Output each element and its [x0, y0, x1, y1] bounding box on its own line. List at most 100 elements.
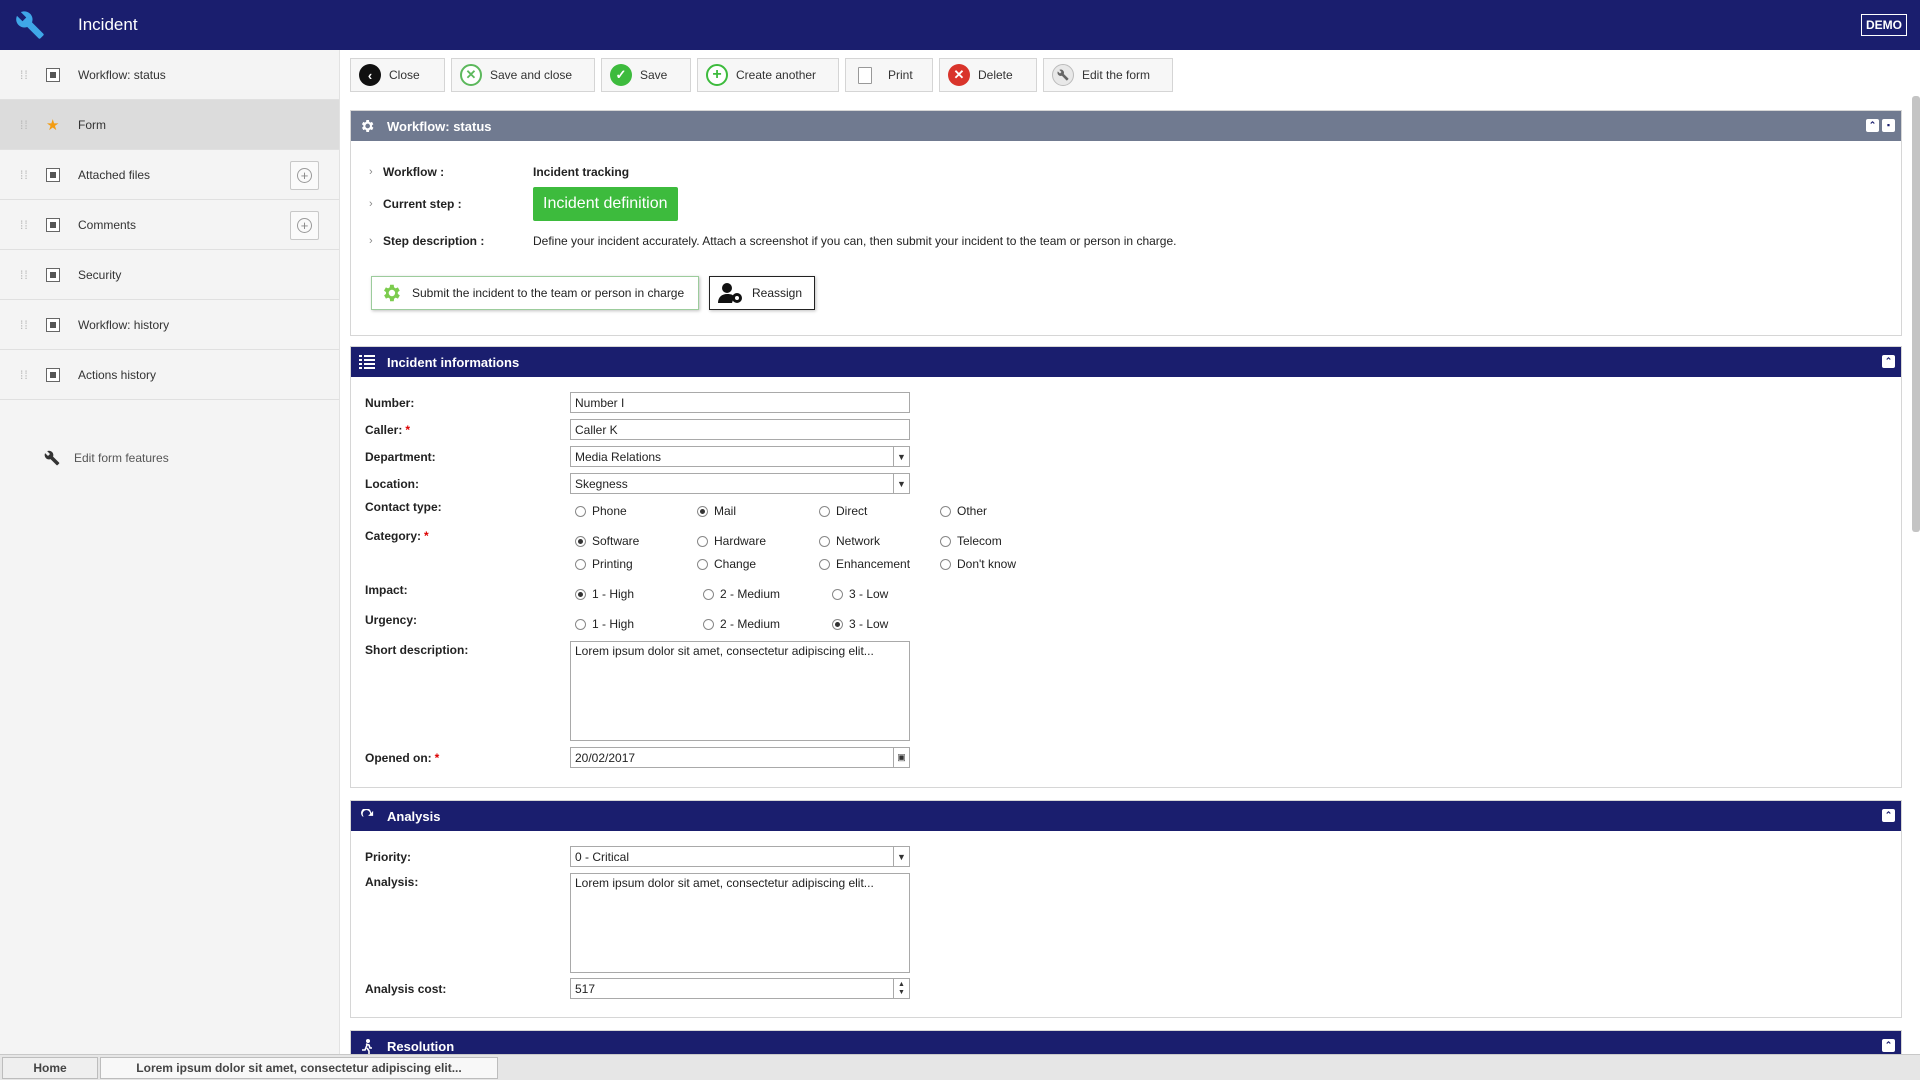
analysis-panel: Analysis ⌃ Priority: 0 - Critical ▼ Analy… [350, 800, 1902, 1018]
department-label: Department: [365, 449, 436, 464]
current-step-badge: Incident definition [533, 187, 678, 221]
drag-handle-icon[interactable]: ⁞⁞ [20, 319, 28, 331]
chevron-right-icon: › [369, 166, 373, 178]
radio-icon [575, 558, 586, 570]
add-comment-button[interactable]: + [290, 211, 319, 240]
radio-label: 2 - Medium [720, 587, 781, 601]
urgency-radio-high[interactable]: 1 - High [575, 617, 634, 631]
priority-select[interactable]: 0 - Critical ▼ [570, 846, 910, 867]
save-and-close-button[interactable]: ✕ Save and close [451, 58, 595, 92]
radio-icon [697, 558, 708, 570]
sidebar-item-actions-history[interactable]: ⁞⁞ Actions history [0, 350, 339, 400]
reassign-button[interactable]: Reassign [709, 276, 815, 310]
collapse-icon[interactable]: ⌃ [1882, 1039, 1895, 1052]
category-radio-network[interactable]: Network [819, 534, 880, 548]
contact-radio-direct[interactable]: Direct [819, 504, 867, 518]
category-radio-enhancement[interactable]: Enhancement [819, 557, 910, 571]
category-radio-change[interactable]: Change [697, 557, 756, 571]
drag-handle-icon[interactable]: ⁞⁞ [20, 369, 28, 381]
pin-panel-icon[interactable]: ▪ [1882, 119, 1895, 132]
save-button[interactable]: ✓ Save [601, 58, 691, 92]
contact-radio-mail[interactable]: Mail [697, 504, 736, 518]
category-radio-dont-know[interactable]: Don't know [940, 557, 1016, 571]
workflow-panel-header[interactable]: Workflow: status ⌃ ▪ [351, 111, 1901, 141]
delete-button[interactable]: ✕ Delete [939, 58, 1037, 92]
category-radio-telecom[interactable]: Telecom [940, 534, 1002, 548]
short-description-textarea[interactable]: Lorem ipsum dolor sit amet, consectetur … [570, 641, 910, 741]
sidebar-item-workflow-history[interactable]: ⁞⁞ Workflow: history [0, 300, 339, 350]
radio-icon [819, 558, 830, 570]
sidebar-item-label: Workflow: status [78, 67, 166, 82]
add-attachment-button[interactable]: + [290, 161, 319, 190]
chevron-down-icon[interactable]: ▼ [893, 474, 909, 493]
home-tab[interactable]: Home [2, 1056, 98, 1079]
list-icon [359, 354, 375, 370]
analysis-row: Analysis: Lorem ipsum dolor sit amet, co… [365, 873, 910, 973]
location-select[interactable]: Skegness ▼ [570, 473, 910, 494]
radio-checked-icon [575, 535, 586, 547]
drag-handle-icon[interactable]: ⁞⁞ [20, 269, 28, 281]
number-field[interactable]: Number I [570, 392, 910, 413]
chevron-down-icon[interactable]: ▼ [893, 847, 909, 866]
chevron-down-icon[interactable]: ▼ [893, 447, 909, 466]
sidebar-item-form[interactable]: ⁞⁞ ★ Form [0, 100, 339, 150]
drag-handle-icon[interactable]: ⁞⁞ [20, 69, 28, 81]
calendar-icon[interactable]: ▣ [893, 748, 909, 767]
contact-radio-other[interactable]: Other [940, 504, 987, 518]
env-badge[interactable]: DEMO [1861, 14, 1907, 36]
sidebar-item-label: Attached files [78, 167, 151, 182]
collapse-icon[interactable]: ⌃ [1882, 809, 1895, 822]
number-stepper-icon[interactable]: ▲ ▼ [893, 979, 909, 998]
drag-handle-icon[interactable]: ⁞⁞ [20, 219, 28, 231]
analysis-panel-header[interactable]: Analysis ⌃ [351, 801, 1901, 831]
impact-radio-high[interactable]: 1 - High [575, 587, 634, 601]
opened-on-date-field[interactable]: 20/02/2017 ▣ [570, 747, 910, 768]
green-gear-icon [380, 282, 402, 304]
analysis-label: Analysis: [365, 875, 419, 889]
drag-handle-icon[interactable]: ⁞⁞ [20, 119, 28, 131]
sidebar-item-attached-files[interactable]: ⁞⁞ Attached files + [0, 150, 339, 200]
analysis-cost-field[interactable]: 517 ▲ ▼ [570, 978, 910, 999]
urgency-radio-low[interactable]: 3 - Low [832, 617, 888, 631]
edit-form-features-link[interactable]: Edit form features [44, 450, 169, 466]
sidebar-item-workflow-status[interactable]: ⁞⁞ Workflow: status [0, 50, 339, 100]
caller-field[interactable]: Caller K [570, 419, 910, 440]
radio-label: Printing [592, 557, 633, 571]
contact-radio-phone[interactable]: Phone [575, 504, 627, 518]
category-radio-hardware[interactable]: Hardware [697, 534, 766, 548]
page-scrollbar[interactable] [1912, 96, 1920, 532]
edit-form-button[interactable]: Edit the form [1043, 58, 1173, 92]
sidebar-item-comments[interactable]: ⁞⁞ Comments + [0, 200, 339, 250]
collapse-icon[interactable]: ⌃ [1882, 355, 1895, 368]
create-another-label: Create another [736, 68, 817, 82]
incident-panel-header[interactable]: Incident informations ⌃ [351, 347, 1901, 377]
edit-form-features-label: Edit form features [74, 451, 169, 465]
radio-label: 1 - High [592, 587, 635, 601]
wrench-logo-icon[interactable] [0, 0, 60, 50]
sidebar-item-security[interactable]: ⁞⁞ Security [0, 250, 339, 300]
sidebar-item-label: Comments [78, 217, 137, 232]
print-button[interactable]: Print [845, 58, 933, 92]
radio-icon [940, 558, 951, 570]
department-select[interactable]: Media Relations ▼ [570, 446, 910, 467]
department-value: Media Relations [575, 449, 662, 464]
category-radio-software[interactable]: Software [575, 534, 639, 548]
drag-handle-icon[interactable]: ⁞⁞ [20, 169, 28, 181]
analysis-textarea[interactable]: Lorem ipsum dolor sit amet, consectetur … [570, 873, 910, 973]
radio-icon [832, 588, 843, 600]
analysis-panel-title: Analysis [387, 808, 441, 824]
radio-label: Direct [836, 504, 868, 518]
category-radio-printing[interactable]: Printing [575, 557, 633, 571]
collapse-icon[interactable]: ⌃ [1866, 119, 1879, 132]
priority-label: Priority: [365, 849, 412, 864]
current-record-tab[interactable]: Lorem ipsum dolor sit amet, consectetur … [100, 1056, 498, 1079]
app-title: Incident [78, 15, 138, 34]
create-another-button[interactable]: + Create another [697, 58, 839, 92]
submit-incident-button[interactable]: Submit the incident to the team or perso… [371, 276, 699, 310]
impact-radio-low[interactable]: 3 - Low [832, 587, 888, 601]
close-button[interactable]: ‹ Close [350, 58, 445, 92]
sidebar-item-label: Actions history [78, 367, 157, 382]
impact-radio-medium[interactable]: 2 - Medium [703, 587, 780, 601]
resolution-panel-title: Resolution [387, 1038, 455, 1054]
urgency-radio-medium[interactable]: 2 - Medium [703, 617, 780, 631]
